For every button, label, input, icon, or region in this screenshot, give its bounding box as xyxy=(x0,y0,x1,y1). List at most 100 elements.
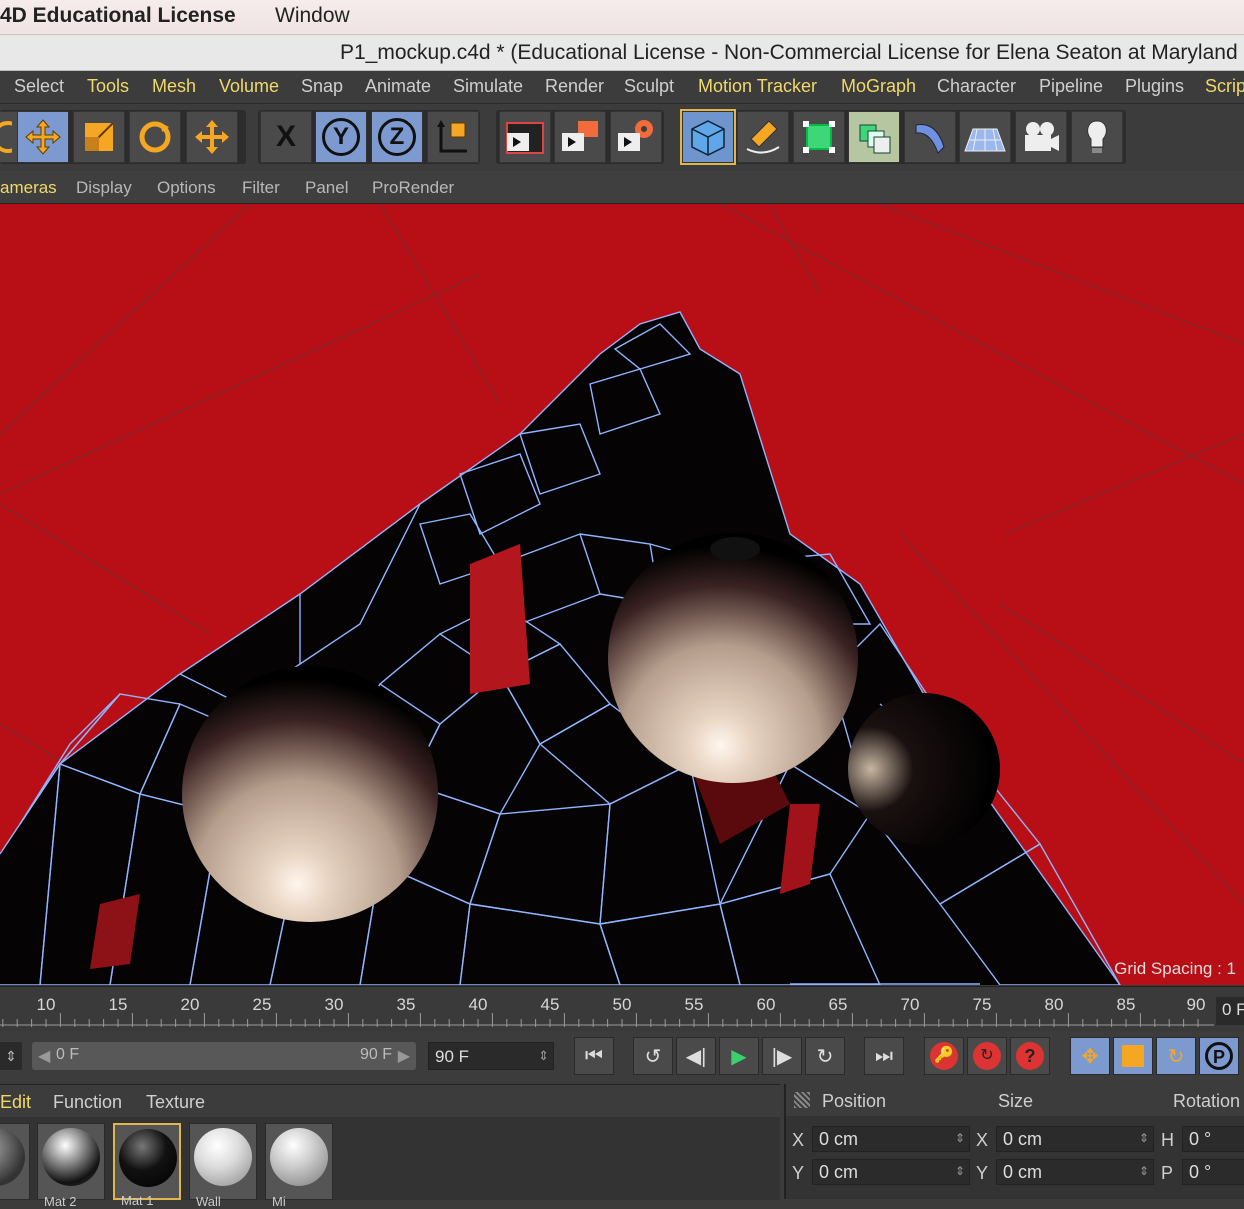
rotation-h-label: H xyxy=(1161,1130,1174,1150)
material-swatch-stone[interactable] xyxy=(0,1123,30,1200)
menu-pipeline[interactable]: Pipeline xyxy=(1039,76,1103,97)
rotation-h-field[interactable]: 0 ° xyxy=(1182,1126,1244,1152)
light-icon[interactable] xyxy=(1071,111,1123,163)
rotation-p-value: 0 ° xyxy=(1189,1162,1212,1182)
timeline-ruler[interactable]: 10 15 20 25 30 35 40 45 50 55 60 65 70 7… xyxy=(0,986,1244,1031)
viewport-menu-panel[interactable]: Panel xyxy=(305,178,348,198)
menu-simulate[interactable]: Simulate xyxy=(453,76,523,97)
floor-icon[interactable] xyxy=(959,111,1011,163)
next-frame-button[interactable]: |▶ xyxy=(762,1037,802,1075)
tick-label: 80 xyxy=(1044,995,1064,1014)
position-x-field[interactable]: 0 cm ⇕ xyxy=(812,1126,970,1152)
rotation-p-field[interactable]: 0 ° xyxy=(1182,1159,1244,1185)
viewport-menu-cameras[interactable]: ameras xyxy=(0,178,57,198)
key-parameter-button[interactable]: P xyxy=(1199,1037,1239,1075)
scale-tool-icon[interactable] xyxy=(73,111,125,163)
tick-label: 50 xyxy=(612,995,632,1014)
menu-motion-tracker[interactable]: Motion Tracker xyxy=(698,76,817,97)
material-menu-function[interactable]: Function xyxy=(53,1092,122,1113)
max-frame-field[interactable]: 90 F ⇕ xyxy=(428,1042,554,1070)
window-titlebar: P1_mockup.c4d * (Educational License - N… xyxy=(0,35,1244,71)
question-icon: ? xyxy=(1016,1042,1044,1070)
key-position-button[interactable]: ✥ xyxy=(1070,1037,1110,1075)
back-sphere xyxy=(710,537,760,561)
size-x-field[interactable]: 0 cm ⇕ xyxy=(996,1126,1154,1152)
menu-select[interactable]: Select xyxy=(14,76,64,97)
key-scale-button[interactable] xyxy=(1113,1037,1153,1075)
tick-label: 20 xyxy=(180,995,200,1014)
cloner-icon[interactable] xyxy=(848,111,900,163)
window-title: P1_mockup.c4d * (Educational License - N… xyxy=(340,41,1244,64)
transform-tool-icon[interactable] xyxy=(186,111,238,163)
coordinates-manager: Position Size Rotation X 0 cm ⇕ X 0 cm ⇕ H… xyxy=(784,1084,1244,1199)
terrain-mesh xyxy=(0,311,1121,985)
cube-primitive-icon[interactable] xyxy=(680,109,736,165)
autokey-button[interactable]: ↻ xyxy=(967,1037,1007,1075)
app-menu[interactable]: 4D Educational License xyxy=(0,4,236,28)
key-rotation-button[interactable]: ↻ xyxy=(1156,1037,1196,1075)
record-keys-button[interactable]: 🔑 xyxy=(924,1037,964,1075)
go-to-start-icon: ⏮ xyxy=(585,1044,603,1067)
go-to-start-button[interactable]: ⏮ xyxy=(574,1037,614,1075)
size-x-value: 0 cm xyxy=(1003,1129,1043,1149)
render-settings-icon[interactable] xyxy=(610,111,662,163)
viewport-menu-options[interactable]: Options xyxy=(157,178,216,198)
max-frame-value: 90 F xyxy=(435,1047,470,1066)
render-view-icon[interactable] xyxy=(499,111,551,163)
z-axis-lock-button[interactable]: Z xyxy=(371,111,423,163)
camera-icon[interactable] xyxy=(1015,111,1067,163)
viewport-menu-display[interactable]: Display xyxy=(76,178,132,198)
coordinate-system-icon[interactable] xyxy=(427,111,479,163)
stepper-icon: ⇕ xyxy=(1138,1131,1149,1145)
viewport-menu-filter[interactable]: Filter xyxy=(242,178,280,198)
tick-label: 30 xyxy=(324,995,344,1014)
move-tool-icon[interactable] xyxy=(17,111,69,163)
menu-mesh[interactable]: Mesh xyxy=(152,76,196,97)
previous-frame-button[interactable]: ◀| xyxy=(676,1037,716,1075)
x-axis-lock-button[interactable]: X xyxy=(260,111,312,163)
menu-volume[interactable]: Volume xyxy=(219,76,279,97)
menu-character[interactable]: Character xyxy=(937,76,1016,97)
tick-label: 60 xyxy=(756,995,776,1014)
stepper-icon: ⇕ xyxy=(954,1164,965,1178)
material-name: Mat 1 xyxy=(121,1193,154,1208)
y-axis-label: Y xyxy=(322,118,360,156)
menu-render[interactable]: Render xyxy=(545,76,604,97)
window-menu[interactable]: Window xyxy=(275,4,350,28)
pen-spline-icon[interactable] xyxy=(737,111,789,163)
menu-sculpt[interactable]: Sculpt xyxy=(624,76,674,97)
material-swatch-mat-1[interactable]: Mat 1 xyxy=(113,1123,181,1208)
menu-script[interactable]: Scrip xyxy=(1205,76,1244,97)
next-key-button[interactable]: ↻ xyxy=(805,1037,845,1075)
keyframe-selection-button[interactable]: ? xyxy=(1010,1037,1050,1075)
deformer-icon[interactable] xyxy=(904,111,956,163)
material-menu-edit[interactable]: Edit xyxy=(0,1092,31,1113)
live-selection-icon[interactable] xyxy=(0,111,18,163)
start-frame-stepper[interactable]: ⇕ xyxy=(0,1042,22,1070)
go-to-end-button[interactable]: ⏭ xyxy=(864,1037,904,1075)
3d-viewport[interactable]: Grid Spacing : 1 xyxy=(0,204,1244,985)
frame-range-slider[interactable]: ◀ 0 F 90 F ▶ xyxy=(32,1042,416,1070)
grip-icon[interactable] xyxy=(794,1092,810,1108)
viewport-menu-prorender[interactable]: ProRender xyxy=(372,178,454,198)
dark-sphere xyxy=(848,693,1000,845)
subdivision-surface-icon[interactable] xyxy=(793,111,845,163)
previous-key-button[interactable]: ↺ xyxy=(633,1037,673,1075)
material-swatch-wall[interactable]: Wall xyxy=(189,1123,257,1209)
position-y-field[interactable]: 0 cm ⇕ xyxy=(812,1159,970,1185)
size-y-field[interactable]: 0 cm ⇕ xyxy=(996,1159,1154,1185)
menu-animate[interactable]: Animate xyxy=(365,76,431,97)
play-button[interactable]: ▶ xyxy=(719,1037,759,1075)
menu-mograph[interactable]: MoGraph xyxy=(841,76,916,97)
current-frame-field[interactable]: 0 F xyxy=(1216,997,1244,1025)
material-swatch-mi[interactable]: Mi xyxy=(265,1123,333,1209)
material-swatch-mat-2[interactable]: Mat 2 xyxy=(37,1123,105,1209)
menu-plugins[interactable]: Plugins xyxy=(1125,76,1184,97)
y-axis-lock-button[interactable]: Y xyxy=(315,111,367,163)
material-menu-texture[interactable]: Texture xyxy=(146,1092,205,1113)
rotate-tool-icon[interactable] xyxy=(129,111,181,163)
menu-tools[interactable]: Tools xyxy=(87,76,129,97)
menu-snap[interactable]: Snap xyxy=(301,76,343,97)
mac-menubar: 4D Educational License Window xyxy=(0,0,1244,35)
render-to-picture-viewer-icon[interactable] xyxy=(554,111,606,163)
